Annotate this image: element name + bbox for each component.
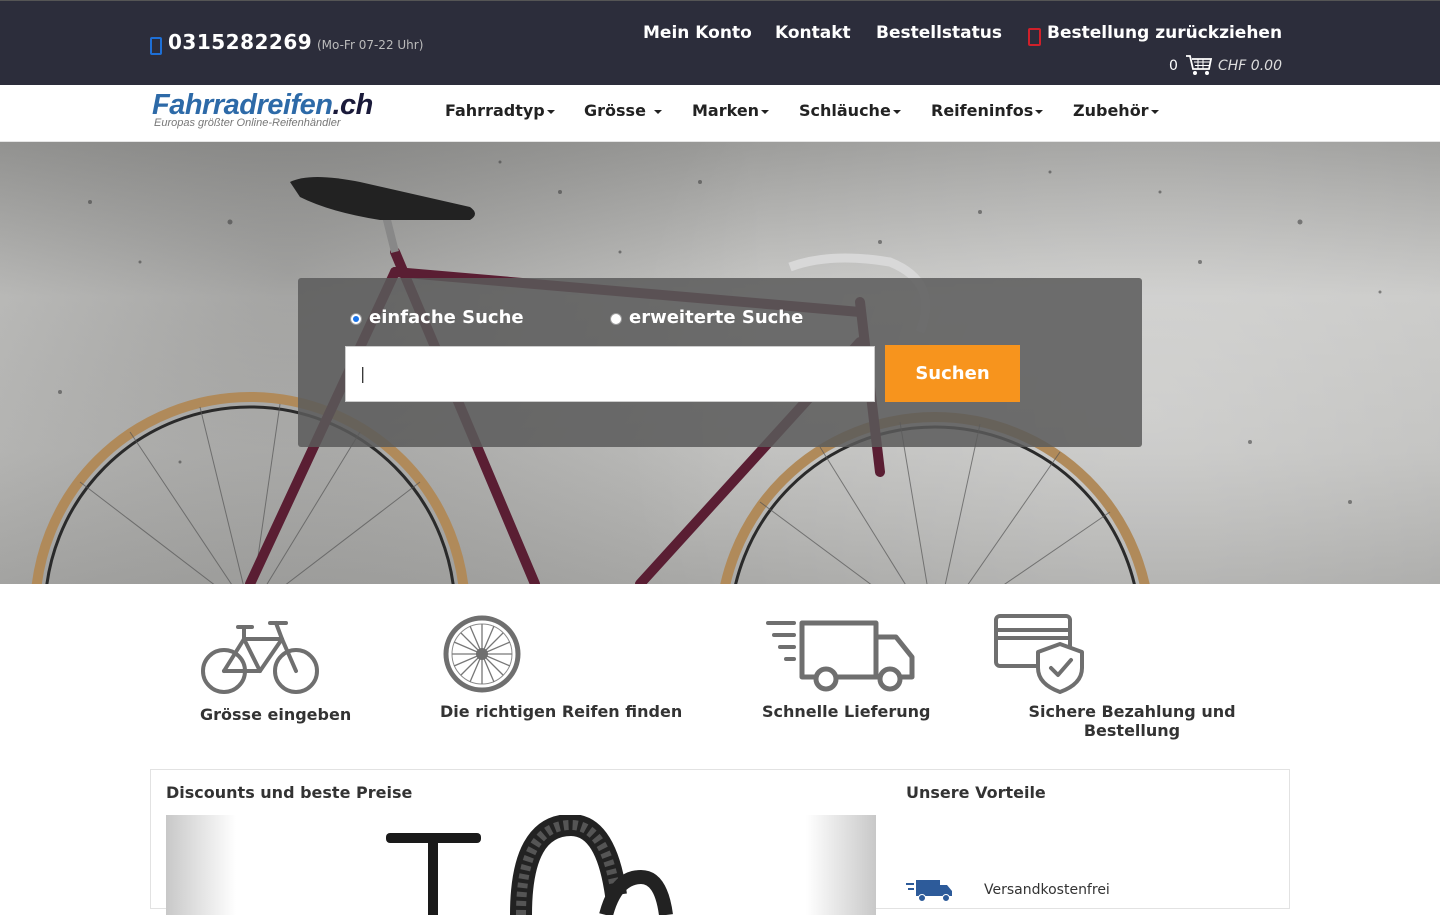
site-logo[interactable]: Fahrradreifen.ch Europas größter Online-… xyxy=(152,89,373,129)
my-account-link[interactable]: Mein Konto xyxy=(643,23,752,43)
nav-label: Fahrradtyp xyxy=(445,101,545,120)
simple-search-radio[interactable] xyxy=(350,313,362,325)
feature-label: Schnelle Lieferung xyxy=(762,702,931,721)
top-bar: 0315282269 (Mo-Fr 07-22 Uhr) Mein Konto … xyxy=(0,0,1440,85)
main-navigation: Fahrradreifen.ch Europas größter Online-… xyxy=(0,85,1440,142)
cart-total[interactable]: CHF 0.00 xyxy=(1218,58,1282,74)
promo-image[interactable] xyxy=(166,815,876,915)
cart-icon[interactable] xyxy=(1185,53,1213,77)
feature-find-tires: Die richtigen Reifen finden xyxy=(440,614,686,721)
phone-number[interactable]: 0315282269 xyxy=(168,30,312,54)
cart-count[interactable]: 0 xyxy=(1169,58,1178,74)
nav-label: Schläuche xyxy=(799,101,891,120)
nav-fahrradtyp[interactable]: Fahrradtyp xyxy=(445,101,555,120)
feature-label: Sichere Bezahlung und Bestellung xyxy=(1028,702,1236,740)
nav-marken[interactable]: Marken xyxy=(692,101,770,120)
caret-down-icon xyxy=(892,109,901,114)
nav-label: Marken xyxy=(692,101,760,120)
caret-down-icon xyxy=(1035,109,1044,114)
nav-label: Grösse xyxy=(584,101,646,120)
info-panel: Discounts und beste Preise Unsere Vortei… xyxy=(150,769,1290,915)
feature-label: Grösse eingeben xyxy=(200,705,352,724)
advanced-search-radio[interactable] xyxy=(610,313,622,325)
pump-and-tires-image xyxy=(386,815,673,915)
bicycle-icon xyxy=(201,621,319,694)
feature-label: Die richtigen Reifen finden xyxy=(440,702,683,721)
caret-down-icon xyxy=(1150,109,1159,114)
cancel-order-link[interactable]: Bestellung zurückziehen xyxy=(1047,23,1282,43)
search-button[interactable]: Suchen xyxy=(885,345,1020,402)
nav-reifeninfos[interactable]: Reifeninfos xyxy=(931,101,1044,120)
search-panel: einfache Suche erweiterte Suche | Suchen xyxy=(298,278,1142,447)
nav-zubehoer[interactable]: Zubehör xyxy=(1073,101,1159,120)
search-input[interactable]: | xyxy=(345,346,875,402)
nav-groesse[interactable]: Grösse xyxy=(584,101,662,120)
advanced-search-label[interactable]: erweiterte Suche xyxy=(629,307,803,328)
advantages-heading: Unsere Vorteile xyxy=(906,783,1046,802)
discounts-heading: Discounts und beste Preise xyxy=(166,783,413,802)
undo-icon xyxy=(1028,28,1041,46)
opening-hours: (Mo-Fr 07-22 Uhr) xyxy=(317,38,424,52)
feature-size: Grösse eingeben xyxy=(200,615,355,724)
hero-banner: einfache Suche erweiterte Suche | Suchen xyxy=(0,142,1440,584)
caret-down-icon xyxy=(761,109,770,114)
phone-icon xyxy=(150,37,162,55)
caret-down-icon xyxy=(546,109,555,114)
simple-search-label[interactable]: einfache Suche xyxy=(369,307,524,328)
truck-icon xyxy=(766,620,915,692)
secure-card-icon xyxy=(994,614,1084,694)
nav-schlaeuche[interactable]: Schläuche xyxy=(799,101,901,120)
nav-label: Reifeninfos xyxy=(931,101,1034,120)
delivery-truck-icon xyxy=(906,880,952,902)
feature-secure-payment: Sichere Bezahlung und Bestellung xyxy=(994,614,1270,740)
logo-tagline: Europas größter Online-Reifenhändler xyxy=(154,117,341,129)
caret-down-icon xyxy=(653,109,662,114)
search-input-cursor: | xyxy=(360,364,366,383)
advantage-free-shipping: Versandkostenfrei xyxy=(984,882,1110,898)
order-status-link[interactable]: Bestellstatus xyxy=(876,23,1002,43)
wheel-icon xyxy=(443,615,521,693)
nav-label: Zubehör xyxy=(1073,101,1149,120)
feature-delivery: Schnelle Lieferung xyxy=(762,615,937,721)
contact-link[interactable]: Kontakt xyxy=(775,23,851,43)
